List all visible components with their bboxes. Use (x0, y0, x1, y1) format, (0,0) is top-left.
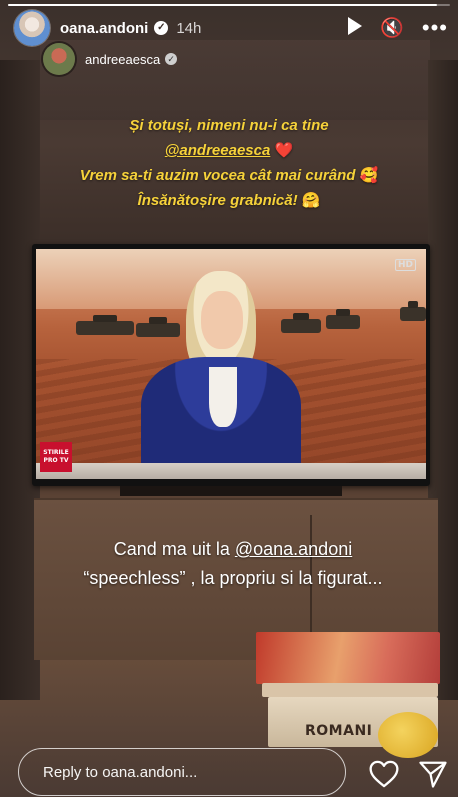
mute-icon[interactable]: 🔇 (380, 19, 404, 38)
book-title: ROMANI (305, 723, 373, 739)
caption-mention-line: @andreeaesca ❤️ (20, 138, 438, 163)
play-button[interactable] (348, 17, 363, 39)
avatar[interactable] (14, 10, 50, 46)
channel-logo: STIRILE PRO TV (40, 442, 72, 472)
mention-link[interactable]: @oana.andoni (235, 539, 352, 559)
news-anchor-shirt (209, 367, 237, 427)
caption-text: Cand ma uit la (113, 539, 235, 559)
heart-icon[interactable] (368, 760, 400, 788)
news-desk (36, 463, 426, 479)
send-icon[interactable] (418, 760, 448, 788)
tank (400, 301, 426, 321)
username[interactable]: oana.andoni (60, 20, 148, 37)
caption-line: Cand ma uit la @oana.andoni (34, 535, 432, 564)
heart-emoji: ❤️ (274, 142, 294, 159)
hugging-face-emoji: 🤗 (301, 192, 321, 209)
tv-stand (120, 486, 342, 496)
story-header: oana.andoni ✓ 14h 🔇 ••• (14, 10, 448, 46)
story-viewer: oana.andoni ✓ 14h 🔇 ••• andreeaesca ✓ Și… (0, 0, 458, 797)
tank (326, 309, 360, 329)
reshare-username[interactable]: andreeaesca (85, 52, 160, 67)
tank (136, 317, 180, 337)
logo-line: PRO TV (43, 457, 69, 464)
caption-text: Însănătoșire grabnică! (137, 192, 298, 209)
post-time: 14h (176, 19, 202, 37)
story-caption-top: Și totuși, nimeni nu-i ca tine @andreeae… (20, 113, 438, 213)
magazine-stack (256, 632, 440, 684)
verified-badge-icon: ✓ (154, 21, 169, 35)
caption-text: Vrem sa-ti auzim vocea cât mai curând (79, 167, 356, 184)
tank (281, 313, 321, 333)
magazine-stack (262, 683, 438, 697)
tv-screen: HD STIRILE PRO TV (36, 249, 426, 479)
news-anchor-face (201, 291, 243, 349)
reply-input[interactable] (18, 748, 346, 796)
caption-line: Și totuși, nimeni nu-i ca tine (129, 117, 329, 134)
story-progress-bar (8, 4, 450, 6)
caption-line: “speechless” , la propriu si la figurat.… (83, 568, 383, 588)
hd-badge: HD (394, 259, 416, 271)
story-caption-mid: Cand ma uit la @oana.andoni “speechless”… (34, 535, 432, 593)
mention-link[interactable]: @andreeaesca (165, 142, 271, 159)
tank (76, 315, 134, 335)
reshared-from[interactable]: andreeaesca ✓ (43, 43, 178, 75)
caption-line: Însănătoșire grabnică! 🤗 (20, 188, 438, 213)
smiling-hearts-emoji: 🥰 (359, 167, 379, 184)
more-icon[interactable]: ••• (422, 17, 448, 39)
story-progress-fill (8, 4, 437, 6)
logo-line: STIRILE (43, 449, 69, 456)
header-actions: 🔇 ••• (348, 17, 448, 39)
caption-line: Vrem sa-ti auzim vocea cât mai curând 🥰 (20, 163, 438, 188)
verified-badge-icon: ✓ (165, 53, 178, 65)
reshare-avatar[interactable] (43, 43, 75, 75)
play-icon (348, 17, 363, 35)
